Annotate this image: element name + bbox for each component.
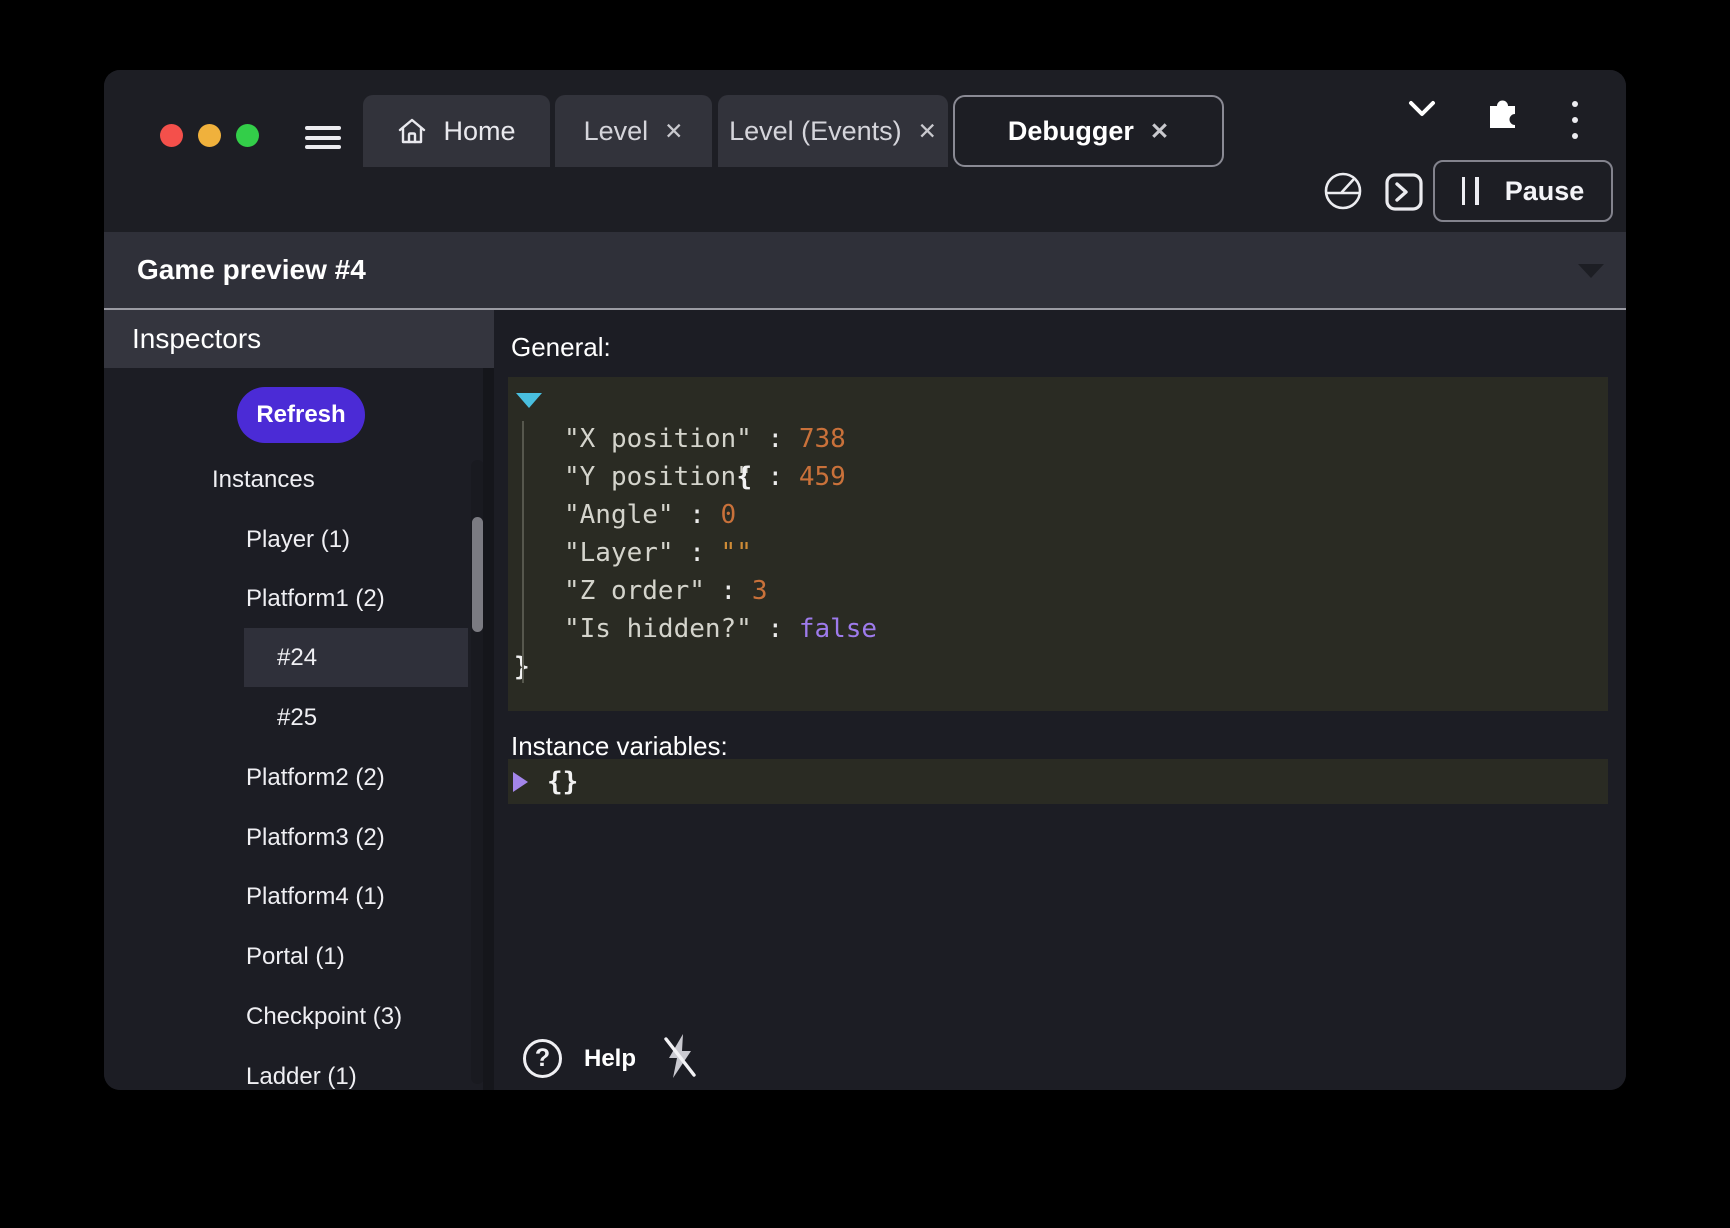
tree-item-player[interactable]: Player (1) [104,510,483,569]
tree-item-ladder[interactable]: Ladder (1) [104,1047,483,1090]
tab-debugger[interactable]: Debugger ✕ [953,95,1224,167]
game-preview-title: Game preview #4 [137,232,366,308]
chevron-down-icon[interactable] [1407,99,1437,119]
help-label: Help [584,1045,636,1073]
json-value: 738 [799,424,846,454]
tab-label: Level [584,116,649,147]
instance-variables-heading: Instance variables: [511,731,728,762]
collapse-arrow-icon[interactable] [516,393,542,408]
json-value: 3 [752,576,768,606]
pause-button-label: Pause [1505,176,1585,207]
refresh-button[interactable]: Refresh [237,387,365,443]
tab-label: Debugger [1008,116,1134,147]
instance-variables-json-view: {} [508,759,1608,804]
tab-label: Home [443,116,515,147]
maximize-window-button[interactable] [236,124,259,147]
tab-level[interactable]: Level ✕ [555,95,712,167]
panel-divider [483,368,494,1090]
close-tab-icon[interactable]: ✕ [664,120,683,143]
tab-home[interactable]: Home [363,95,550,167]
main-menu-icon[interactable] [305,126,341,149]
inspector-tree: Refresh Instances Player (1) Platform1 (… [104,310,483,1090]
app-window: Home Level ✕ Level (Events) ✕ Debugger ✕ [104,70,1626,1090]
console-icon[interactable] [1384,172,1424,212]
json-row-z-order: "Z order" : 3 [508,572,1608,610]
tree-item-portal[interactable]: Portal (1) [104,927,483,986]
indent-guide [522,421,524,683]
game-preview-bar[interactable]: Game preview #4 [104,232,1626,310]
json-value: 0 [721,500,737,530]
tab-label: Level (Events) [729,116,902,147]
profiler-gauge-icon[interactable] [1322,170,1364,212]
instance-inspector: General: { "X position" : 738 "Y positio… [494,310,1626,1090]
json-value: 459 [799,462,846,492]
variables-value: {} [547,767,578,797]
pause-button[interactable]: Pause [1433,160,1613,222]
tree-item-instance-25[interactable]: #25 [104,688,483,747]
help-question-icon: ? [523,1039,562,1078]
help-button[interactable]: ? Help [523,1039,636,1078]
json-row-layer: "Layer" : "" [508,534,1608,572]
tree-item-checkpoint[interactable]: Checkpoint (3) [104,987,483,1046]
tree-item-platform4[interactable]: Platform4 (1) [104,867,483,926]
close-window-button[interactable] [160,124,183,147]
tree-item-platform3[interactable]: Platform3 (2) [104,808,483,867]
debugger-content: Inspectors Refresh Instances Player (1) … [104,310,1626,1090]
flash-off-icon[interactable] [662,1032,698,1080]
tree-item-platform2[interactable]: Platform2 (2) [104,748,483,807]
close-tab-icon[interactable]: ✕ [918,120,937,143]
debugger-toolbar: Pause [104,167,1626,232]
open-brace: { [737,462,753,492]
title-bar: Home Level ✕ Level (Events) ✕ Debugger ✕ [104,70,1626,167]
extensions-puzzle-icon[interactable] [1482,92,1522,132]
json-value: false [799,614,877,644]
pause-icon [1462,177,1479,205]
tree-item-platform1[interactable]: Platform1 (2) [104,569,483,628]
close-tab-icon[interactable]: ✕ [1150,120,1169,143]
sidebar-scrollbar-thumb[interactable] [472,517,483,632]
expand-arrow-icon[interactable] [513,772,528,792]
minimize-window-button[interactable] [198,124,221,147]
json-row-is-hidden: "Is hidden?" : false [508,610,1608,648]
tree-item-instance-24[interactable]: #24 [244,628,468,687]
tree-item-instances[interactable]: Instances [104,450,483,509]
general-json-view: { "X position" : 738 "Y position" : 459 … [508,377,1608,711]
general-heading: General: [511,332,611,363]
more-options-icon[interactable] [1566,95,1584,145]
caret-down-icon[interactable] [1578,264,1604,278]
home-icon [397,117,427,145]
json-value: "" [721,538,752,568]
tab-level-events[interactable]: Level (Events) ✕ [718,95,948,167]
